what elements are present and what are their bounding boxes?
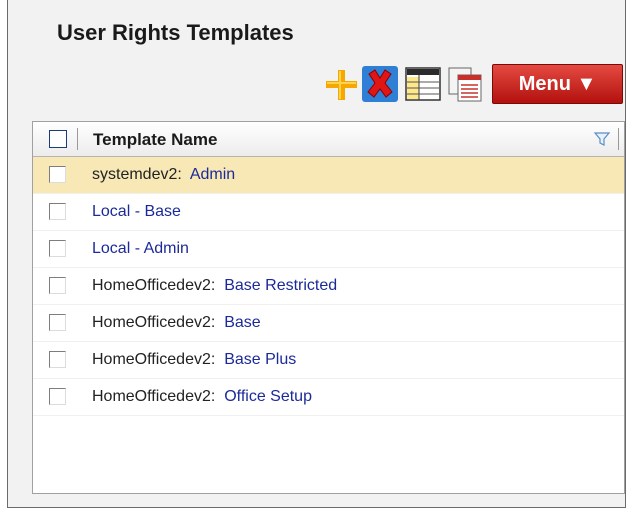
template-name-cell: systemdev2: Admin bbox=[92, 166, 235, 184]
table-row[interactable]: HomeOfficedev2: Base Plus bbox=[33, 342, 624, 379]
template-name-link[interactable]: Admin bbox=[190, 166, 235, 183]
grid-header: Template Name bbox=[33, 122, 624, 157]
table-row[interactable]: HomeOfficedev2: Office Setup bbox=[33, 379, 624, 416]
templates-grid: Template Name systemdev2: Admin Local - B… bbox=[32, 121, 625, 494]
template-name-cell: HomeOfficedev2: Base Restricted bbox=[92, 277, 337, 295]
template-source-prefix: HomeOfficedev2: bbox=[92, 277, 225, 294]
template-name-link[interactable]: Base bbox=[224, 314, 260, 331]
row-checkbox[interactable] bbox=[49, 240, 66, 257]
template-name-link[interactable]: Base Plus bbox=[224, 351, 296, 368]
template-name-cell: HomeOfficedev2: Base bbox=[92, 314, 261, 332]
table-row[interactable]: Local - Admin bbox=[33, 231, 624, 268]
template-source-prefix: HomeOfficedev2: bbox=[92, 314, 225, 331]
table-row[interactable]: Local - Base bbox=[33, 194, 624, 231]
template-name-cell: HomeOfficedev2: Base Plus bbox=[92, 351, 296, 369]
template-source-prefix: systemdev2: bbox=[92, 166, 190, 183]
template-source-prefix: HomeOfficedev2: bbox=[92, 388, 225, 405]
delete-x-icon[interactable] bbox=[360, 64, 400, 104]
row-checkbox[interactable] bbox=[49, 166, 66, 183]
select-all-checkbox[interactable] bbox=[49, 130, 67, 148]
row-checkbox[interactable] bbox=[49, 277, 66, 294]
table-row[interactable]: HomeOfficedev2: Base bbox=[33, 305, 624, 342]
menu-button[interactable]: Menu ▼ bbox=[492, 64, 623, 104]
template-name-link[interactable]: Office Setup bbox=[224, 388, 312, 405]
header-divider bbox=[77, 128, 78, 150]
row-checkbox[interactable] bbox=[49, 388, 66, 405]
table-row[interactable]: systemdev2: Admin bbox=[33, 157, 624, 194]
grid-rows: systemdev2: Admin Local - Base Local - Adm… bbox=[33, 157, 624, 416]
header-divider bbox=[618, 128, 619, 150]
column-header-template-name[interactable]: Template Name bbox=[93, 130, 217, 150]
template-name-cell: Local - Admin bbox=[92, 240, 189, 258]
grid-columns-icon[interactable] bbox=[403, 64, 443, 104]
plus-icon[interactable] bbox=[321, 64, 361, 104]
template-name-cell: HomeOfficedev2: Office Setup bbox=[92, 388, 312, 406]
row-checkbox[interactable] bbox=[49, 314, 66, 331]
template-source-prefix: HomeOfficedev2: bbox=[92, 351, 225, 368]
panel-title: User Rights Templates bbox=[57, 20, 294, 45]
template-name-link[interactable]: Local - Admin bbox=[92, 240, 189, 257]
copy-pages-icon[interactable] bbox=[445, 64, 485, 104]
toolbar: Menu ▼ bbox=[8, 64, 625, 114]
row-checkbox[interactable] bbox=[49, 351, 66, 368]
filter-icon[interactable] bbox=[593, 130, 611, 148]
user-rights-panel: User Rights Templates Menu ▼ Template Na… bbox=[7, 0, 626, 508]
row-checkbox[interactable] bbox=[49, 203, 66, 220]
table-row[interactable]: HomeOfficedev2: Base Restricted bbox=[33, 268, 624, 305]
template-name-cell: Local - Base bbox=[92, 203, 181, 221]
template-name-link[interactable]: Base Restricted bbox=[224, 277, 337, 294]
template-name-link[interactable]: Local - Base bbox=[92, 203, 181, 220]
